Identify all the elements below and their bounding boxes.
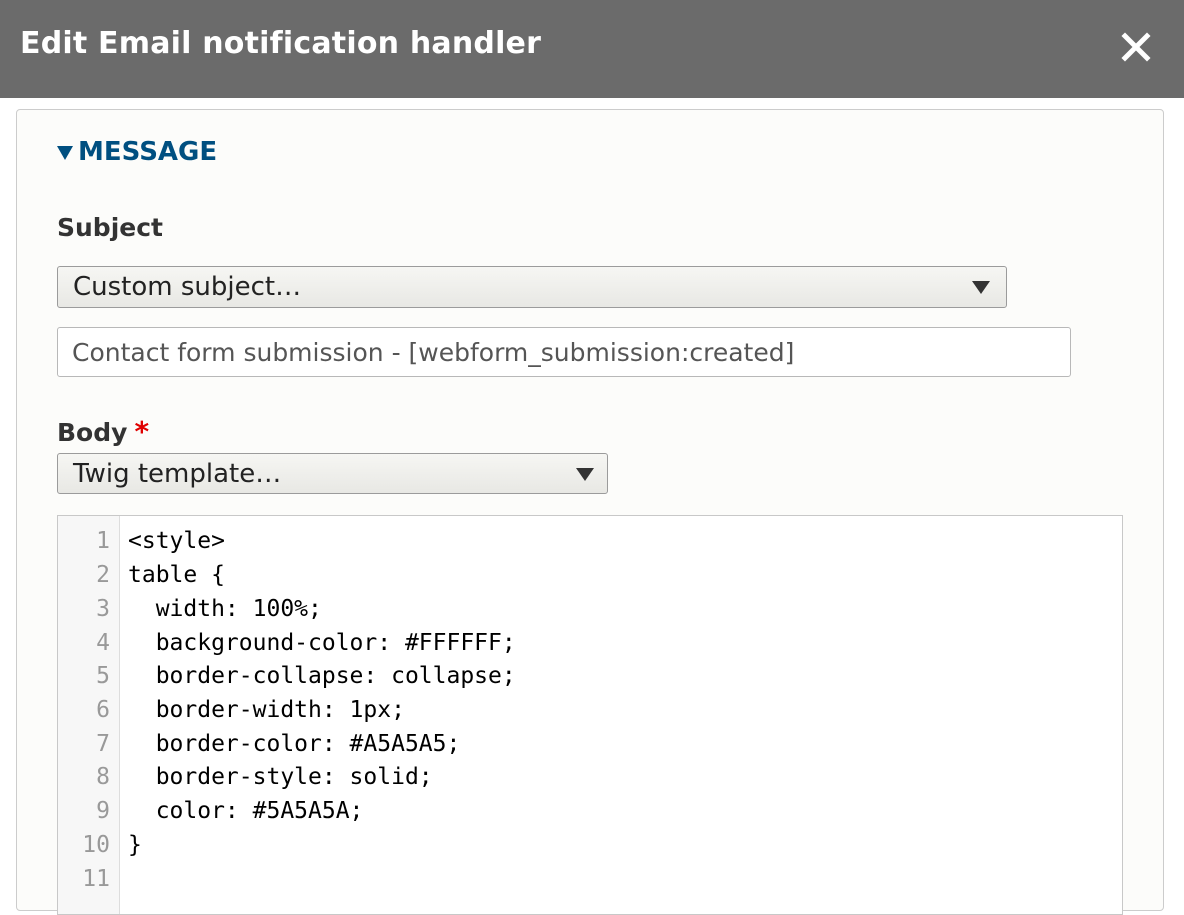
dialog-titlebar: Edit Email notification handler bbox=[0, 0, 1184, 98]
line-content: width: 100%; bbox=[128, 596, 322, 622]
message-section-toggle[interactable]: MESSAGE bbox=[57, 136, 217, 168]
line-content: <style> bbox=[128, 528, 225, 554]
triangle-down-icon bbox=[57, 146, 73, 160]
line-number: 11 bbox=[82, 866, 110, 892]
required-marker: * bbox=[134, 415, 150, 448]
line-content: border-width: 1px; bbox=[128, 697, 405, 723]
line-number: 5 bbox=[96, 663, 110, 689]
code-line: 3 width: 100%; bbox=[58, 592, 1122, 626]
body-select-value: Twig template… bbox=[73, 458, 282, 489]
dialog-title: Edit Email notification handler bbox=[20, 26, 542, 61]
code-line: 9 color: #5A5A5A; bbox=[58, 794, 1122, 828]
line-content: border-collapse: collapse; bbox=[128, 663, 516, 689]
subject-select-value: Custom subject… bbox=[73, 272, 302, 302]
code-line: 7 border-color: #A5A5A5; bbox=[58, 727, 1122, 761]
code-line: 2 table { bbox=[58, 558, 1122, 592]
line-content: } bbox=[128, 832, 142, 858]
line-content: border-color: #A5A5A5; bbox=[128, 731, 461, 757]
chevron-down-icon bbox=[576, 467, 594, 481]
code-line: 1 <style> bbox=[58, 524, 1122, 558]
line-number: 6 bbox=[96, 697, 110, 723]
subject-label: Subject bbox=[57, 213, 163, 242]
line-number: 4 bbox=[96, 630, 110, 656]
code-line: 6 border-width: 1px; bbox=[58, 693, 1122, 727]
line-number: 10 bbox=[82, 832, 110, 858]
code-line: 11 bbox=[58, 862, 1122, 896]
line-content: table { bbox=[128, 562, 225, 588]
code-line: 8 border-style: solid; bbox=[58, 760, 1122, 794]
line-number: 3 bbox=[96, 596, 110, 622]
body-select[interactable]: Twig template… bbox=[57, 453, 608, 494]
line-number: 9 bbox=[96, 798, 110, 824]
line-number: 2 bbox=[96, 562, 110, 588]
message-section-label: MESSAGE bbox=[78, 137, 218, 167]
subject-select[interactable]: Custom subject… bbox=[57, 266, 1007, 308]
line-number: 7 bbox=[96, 731, 110, 757]
code-line: 5 border-collapse: collapse; bbox=[58, 659, 1122, 693]
body-code-editor[interactable]: 1 <style> 2 table { 3 width: 100%; 4 bac… bbox=[57, 515, 1123, 915]
close-icon bbox=[1121, 32, 1151, 62]
line-number: 8 bbox=[96, 764, 110, 790]
line-number: 1 bbox=[96, 528, 110, 554]
body-label-text: Body bbox=[57, 418, 128, 447]
line-content: border-style: solid; bbox=[128, 764, 433, 790]
close-button[interactable] bbox=[1116, 27, 1156, 67]
body-label: Body * bbox=[57, 415, 149, 448]
code-line: 10 } bbox=[58, 828, 1122, 862]
line-content: color: #5A5A5A; bbox=[128, 798, 364, 824]
chevron-down-icon bbox=[972, 281, 990, 294]
custom-subject-input[interactable] bbox=[57, 327, 1071, 377]
line-content: background-color: #FFFFFF; bbox=[128, 630, 516, 656]
code-line: 4 background-color: #FFFFFF; bbox=[58, 626, 1122, 660]
